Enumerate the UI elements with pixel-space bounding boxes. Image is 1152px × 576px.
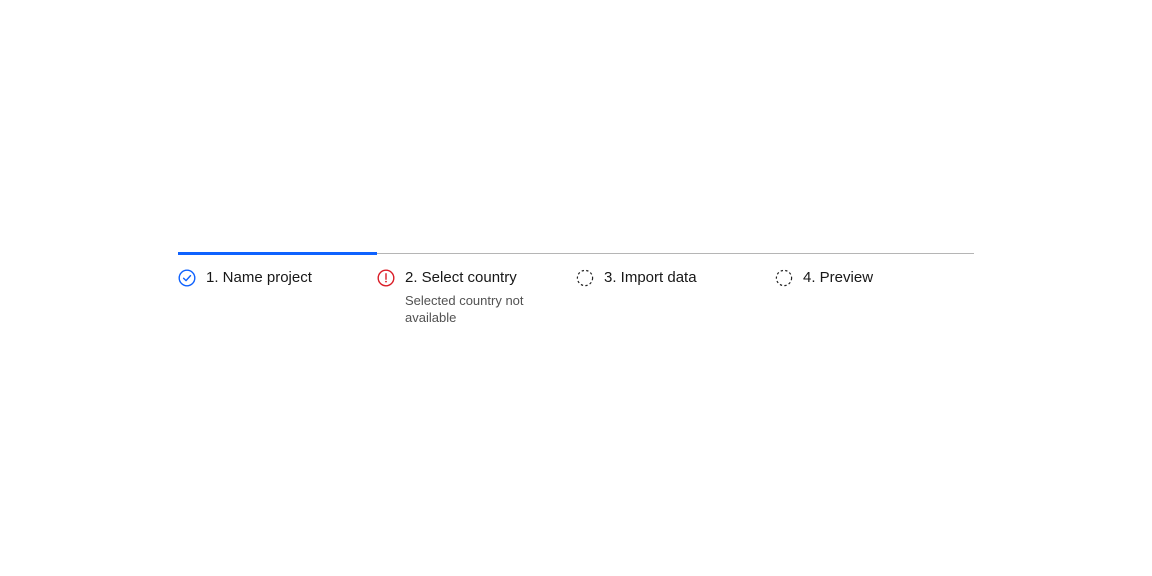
step-preview[interactable]: 4. Preview: [775, 268, 974, 326]
progress-stepper: 1. Name project 2. Select country Select…: [178, 253, 974, 326]
step-select-country[interactable]: 2. Select country Selected country not a…: [377, 268, 576, 326]
step-import-data[interactable]: 3. Import data: [576, 268, 775, 326]
warning-circle-icon: [377, 269, 395, 287]
dashed-circle-icon: [775, 269, 793, 287]
progress-fill: [178, 252, 377, 255]
checkmark-circle-icon: [178, 269, 196, 287]
step-sublabel: Selected country not available: [405, 292, 576, 326]
step-label: 4. Preview: [803, 268, 873, 288]
step-label: 3. Import data: [604, 268, 697, 288]
progress-track: [178, 253, 974, 254]
step-list: 1. Name project 2. Select country Select…: [178, 254, 974, 326]
step-label: 1. Name project: [206, 268, 312, 288]
dashed-circle-icon: [576, 269, 594, 287]
step-label: 2. Select country: [405, 268, 576, 288]
step-name-project[interactable]: 1. Name project: [178, 268, 377, 326]
